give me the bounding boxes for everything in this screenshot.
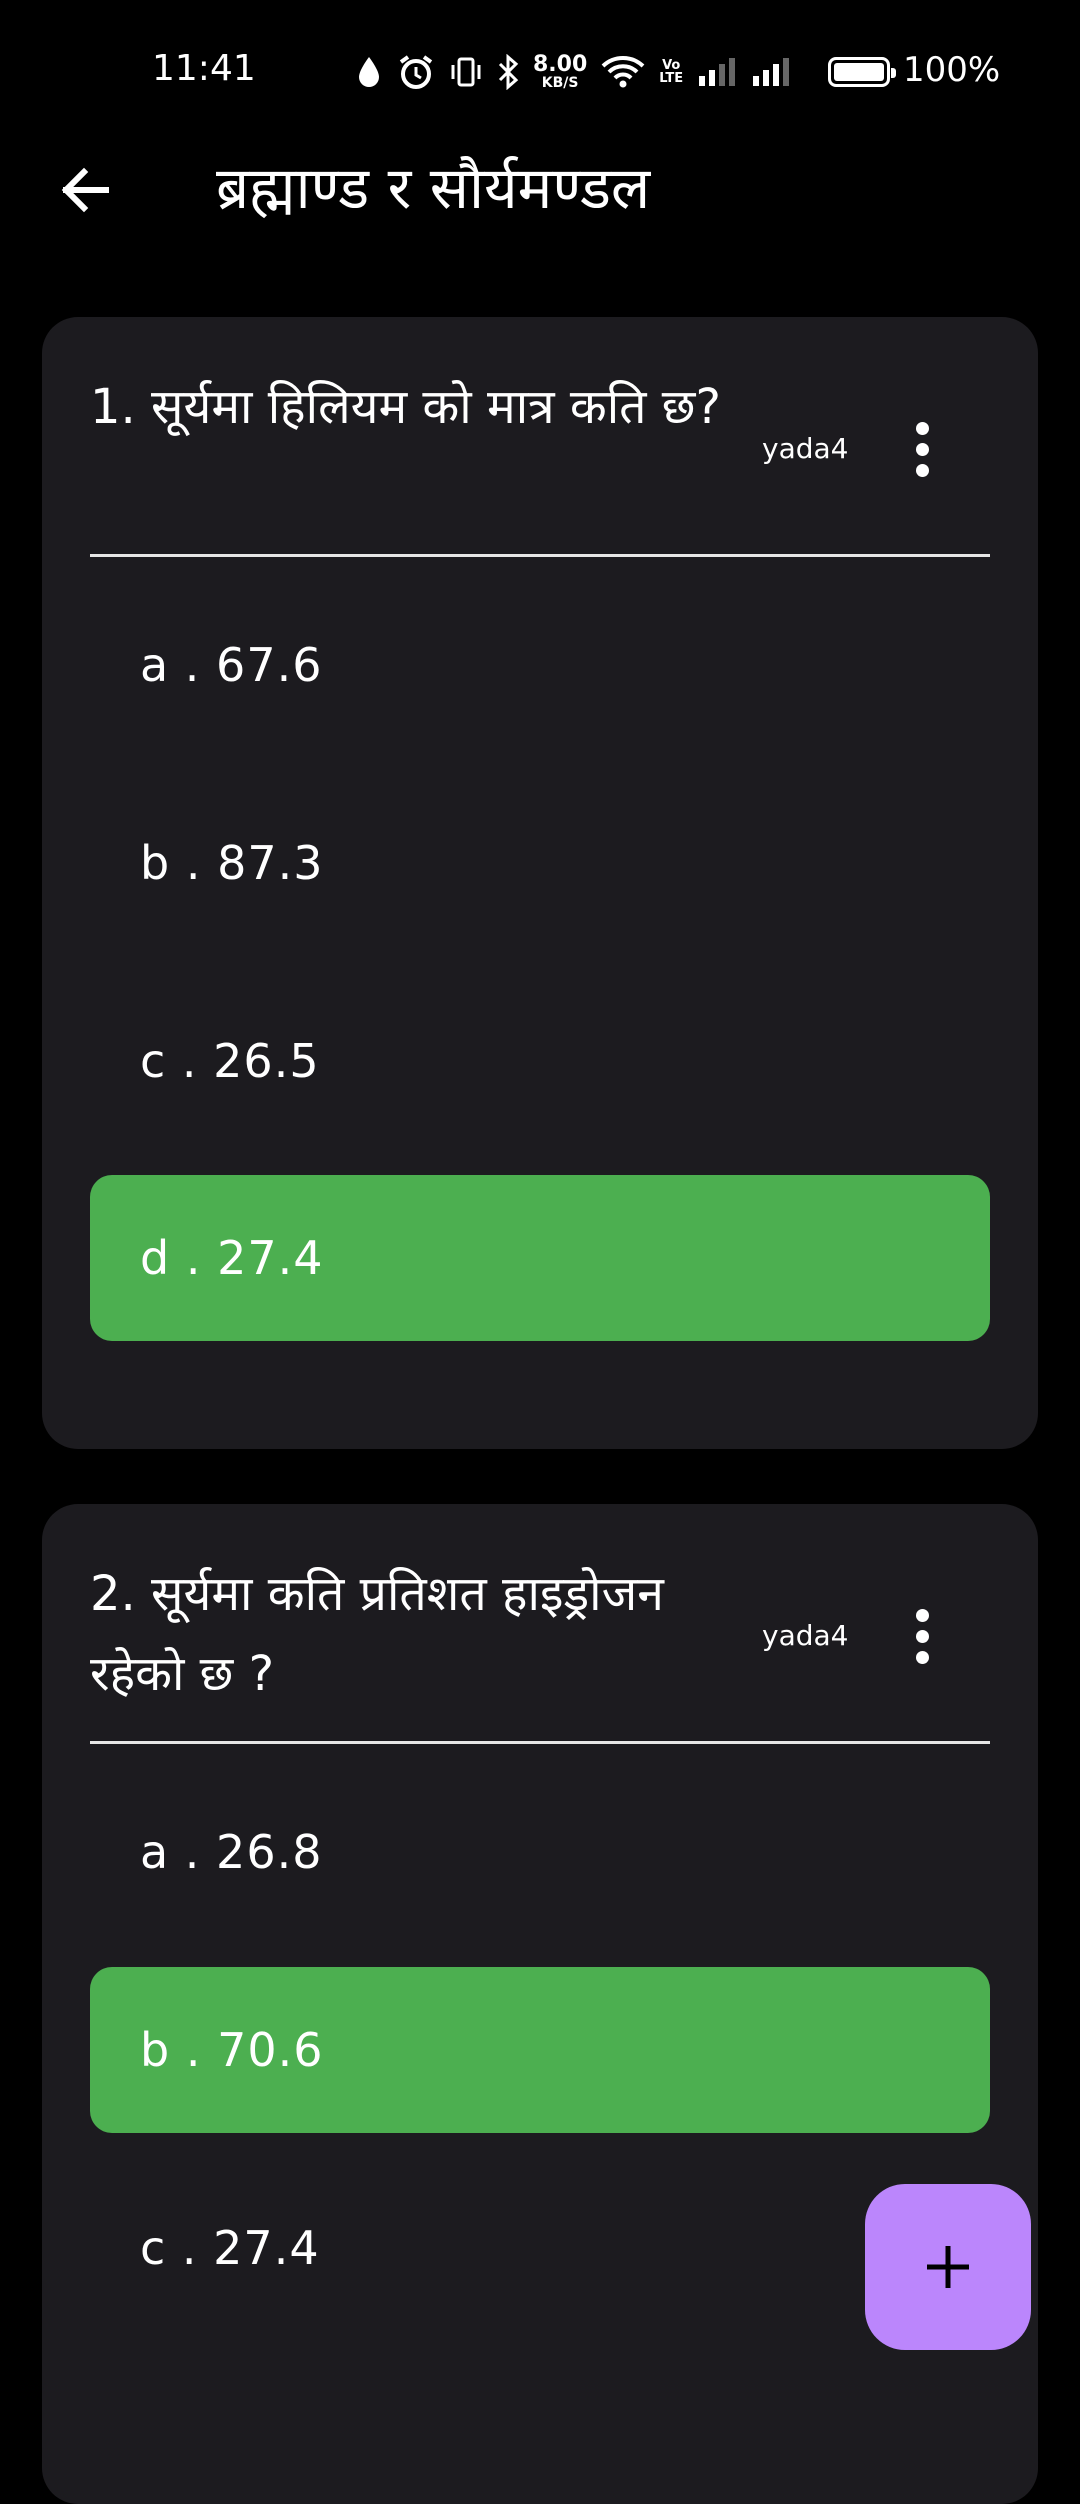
vibrate-icon: [449, 52, 483, 92]
battery-icon: [828, 57, 896, 87]
question-author: yada4: [762, 1619, 849, 1652]
more-vert-icon: [915, 421, 929, 435]
question-text: 1. सूर्यमा हिलियम को मात्र कति छ?: [90, 379, 721, 435]
option-a[interactable]: a . 67.6: [90, 582, 990, 748]
data-saver-icon: [355, 52, 383, 92]
status-time: 11:41: [152, 48, 256, 89]
plus-icon: [927, 2246, 969, 2288]
more-vert-icon: [915, 1608, 929, 1622]
bluetooth-icon: [497, 52, 519, 92]
question-author: yada4: [762, 432, 849, 465]
volte-indicator: Vo LTE: [659, 52, 683, 92]
more-options-button[interactable]: [892, 1596, 952, 1676]
signal-sim1-icon: [697, 52, 737, 92]
network-speed-unit: KB/S: [541, 75, 579, 91]
page-title: ब्रह्माण्ड र सौर्यमण्डल: [216, 154, 651, 222]
question-divider: [90, 1741, 990, 1744]
wifi-icon: [601, 52, 645, 92]
option-b[interactable]: b . 87.3: [90, 780, 990, 946]
volte-label-bottom: LTE: [659, 71, 684, 86]
option-a[interactable]: a . 26.8: [90, 1769, 990, 1935]
network-speed: 8.00 KB/S: [533, 52, 587, 92]
alarm-icon: [397, 52, 435, 92]
option-c[interactable]: c . 26.5: [90, 978, 990, 1144]
option-b-correct[interactable]: b . 70.6: [90, 1967, 990, 2133]
option-c[interactable]: c . 27.4: [90, 2165, 990, 2331]
option-d-correct[interactable]: d . 27.4: [90, 1175, 990, 1341]
back-button[interactable]: [52, 158, 116, 222]
more-options-button[interactable]: [892, 409, 952, 489]
question-card: 1. सूर्यमा हिलियम को मात्र कति छ? yada4 …: [42, 317, 1038, 1449]
status-bar: 11:41 8.00 KB/S Vo LTE 100%: [0, 0, 1080, 140]
add-question-button[interactable]: [865, 2184, 1031, 2350]
question-card: 2. सूर्यमा कति प्रतिशत हाइड्रोजन रहेको छ…: [42, 1504, 1038, 2504]
battery-percent: 100%: [903, 50, 1001, 90]
arrow-left-icon: [61, 167, 109, 213]
question-divider: [90, 554, 990, 557]
network-speed-value: 8.00: [533, 52, 588, 77]
status-icons: 8.00 KB/S Vo LTE: [355, 50, 791, 94]
question-text: 2. सूर्यमा कति प्रतिशत हाइड्रोजन रहेको छ…: [90, 1566, 664, 1702]
signal-sim2-icon: [751, 52, 791, 92]
